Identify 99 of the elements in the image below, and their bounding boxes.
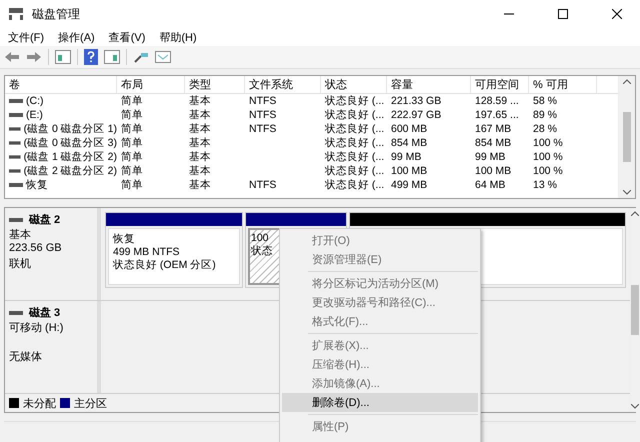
- disk-name: 磁盘 3: [9, 305, 93, 320]
- disk-status: 联机: [9, 257, 32, 271]
- maximize-icon: [558, 9, 568, 19]
- table-cell-text: 状态良好 (...: [324, 122, 386, 136]
- back-arrow-icon[interactable]: [4, 51, 20, 63]
- wand-icon[interactable]: [133, 50, 149, 64]
- legend-label: 主分区: [74, 396, 107, 410]
- panel-icon[interactable]: [104, 50, 120, 64]
- scroll-up-icon[interactable]: [631, 211, 639, 216]
- window-icon[interactable]: [155, 51, 171, 63]
- table-cell-text: 基本: [188, 122, 212, 136]
- scrollbar-thumb[interactable]: [623, 112, 631, 162]
- scroll-down-icon[interactable]: [631, 404, 639, 409]
- menu-item[interactable]: 删除卷(D)...: [282, 393, 478, 412]
- app-icon: [8, 7, 24, 21]
- disk-type: 基本: [9, 228, 32, 242]
- table-cell-text: 221.33 GB: [390, 95, 442, 107]
- table-cell-text: 状态良好 (...: [324, 150, 386, 164]
- help-icon[interactable]: [84, 49, 98, 65]
- column-header[interactable]: 类型: [185, 76, 245, 93]
- table-cell-text: 100 %: [532, 151, 564, 163]
- table-cell-text: 状态良好 (...: [324, 108, 386, 122]
- table-cell-text: NTFS: [248, 109, 278, 121]
- table-cell-text: 简单: [120, 122, 144, 136]
- panel-icon[interactable]: [55, 50, 71, 64]
- volume-name-cell: (磁盘 0 磁盘分区 3): [5, 136, 117, 150]
- table-cell-text: 58 %: [532, 95, 558, 107]
- table-cell-text: 128.59 ...: [474, 95, 520, 107]
- close-icon: [612, 9, 622, 19]
- table-cell-text: 状态良好 (...: [324, 178, 386, 192]
- scrollbar-thumb[interactable]: [631, 285, 639, 335]
- table-cell-text: 基本: [188, 94, 212, 108]
- table-cell-text: 167 MB: [474, 123, 512, 135]
- column-header[interactable]: 卷: [5, 76, 117, 93]
- table-cell-text: 100 %: [532, 165, 564, 177]
- menu-item[interactable]: 帮助(H): [159, 30, 197, 44]
- volume-name-cell: (磁盘 2 磁盘分区 2): [5, 164, 117, 178]
- table-cell-text: 状态良好 (...: [324, 164, 386, 178]
- scrollbar[interactable]: [618, 76, 635, 198]
- table-cell-text: 状态良好 (...: [324, 136, 386, 150]
- column-header[interactable]: % 可用: [529, 76, 597, 93]
- menu-item[interactable]: 操作(A): [58, 30, 95, 44]
- column-header[interactable]: 可用空间: [471, 76, 529, 93]
- table-cell-text: 64 MB: [474, 179, 506, 191]
- table-cell-text: 89 %: [532, 109, 558, 121]
- disk-status: 无媒体: [9, 350, 43, 364]
- table-cell-text: 基本: [188, 108, 212, 122]
- table-cell-text: 854 MB: [474, 137, 512, 149]
- volume-name-cell: (E:): [5, 109, 117, 121]
- volume-name-cell: (磁盘 1 磁盘分区 2): [5, 150, 117, 164]
- column-header[interactable]: 文件系统: [245, 76, 321, 93]
- table-cell-text: 状态良好 (...: [324, 94, 386, 108]
- volume-name-cell: 恢复: [5, 178, 117, 192]
- table-cell-text: NTFS: [248, 123, 278, 135]
- table-cell-text: 简单: [120, 136, 144, 150]
- column-header[interactable]: 状态: [321, 76, 387, 93]
- partition-label: 状态良好 (OEM 分区): [113, 258, 216, 272]
- legend-label: 未分配: [23, 396, 56, 410]
- table-cell-text: 简单: [120, 164, 144, 178]
- window-title: 磁盘管理: [32, 6, 81, 22]
- table-cell-text: 100 MB: [390, 165, 428, 177]
- volume-name-cell: (磁盘 0 磁盘分区 1): [5, 122, 117, 136]
- table-cell-text: 99 MB: [390, 151, 422, 163]
- table-cell-text: 简单: [120, 178, 144, 192]
- table-cell-text: NTFS: [248, 95, 278, 107]
- forward-arrow-icon[interactable]: [26, 51, 42, 63]
- table-cell-text: 100 MB: [474, 165, 512, 177]
- menu-item[interactable]: 文件(F): [8, 30, 44, 44]
- table-cell-text: 简单: [120, 108, 144, 122]
- table-cell-text: 99 MB: [474, 151, 506, 163]
- table-cell-text: 简单: [120, 94, 144, 108]
- table-cell-text: 854 MB: [390, 137, 428, 149]
- disk-size: 223.56 GB: [9, 242, 63, 256]
- partition-label: 499 MB NTFS: [113, 246, 180, 258]
- scroll-up-icon[interactable]: [623, 79, 631, 84]
- table-cell-text: 222.97 GB: [390, 109, 442, 121]
- column-header[interactable]: 布局: [117, 76, 185, 93]
- table-cell-text: 197.65 ...: [474, 109, 520, 121]
- table-cell-text: 基本: [188, 164, 212, 178]
- table-cell-text: NTFS: [248, 179, 278, 191]
- disk-type: 可移动 (H:): [9, 321, 64, 335]
- table-cell-text: 基本: [188, 136, 212, 150]
- column-header[interactable]: 容量: [387, 76, 471, 93]
- partition-label: 状态: [251, 244, 273, 258]
- partition-label: 100: [251, 232, 269, 244]
- table-cell-text: 499 MB: [390, 179, 428, 191]
- scroll-down-icon[interactable]: [623, 190, 631, 195]
- volume-name-cell: (C:): [5, 95, 117, 107]
- disk-name: 磁盘 2: [9, 212, 93, 227]
- table-cell-text: 100 %: [532, 137, 564, 149]
- menu-item[interactable]: 查看(V): [108, 30, 146, 44]
- table-cell-text: 基本: [188, 178, 212, 192]
- partition-label: 恢复: [113, 232, 135, 246]
- table-cell-text: 基本: [188, 150, 212, 164]
- table-cell-text: 600 MB: [390, 123, 428, 135]
- partition-block[interactable]: 恢复 499 MB NTFS 状态良好 (OEM 分区): [105, 212, 243, 288]
- table-cell-text: 简单: [120, 150, 144, 164]
- table-cell-text: 13 %: [532, 179, 558, 191]
- table-cell-text: 28 %: [532, 123, 558, 135]
